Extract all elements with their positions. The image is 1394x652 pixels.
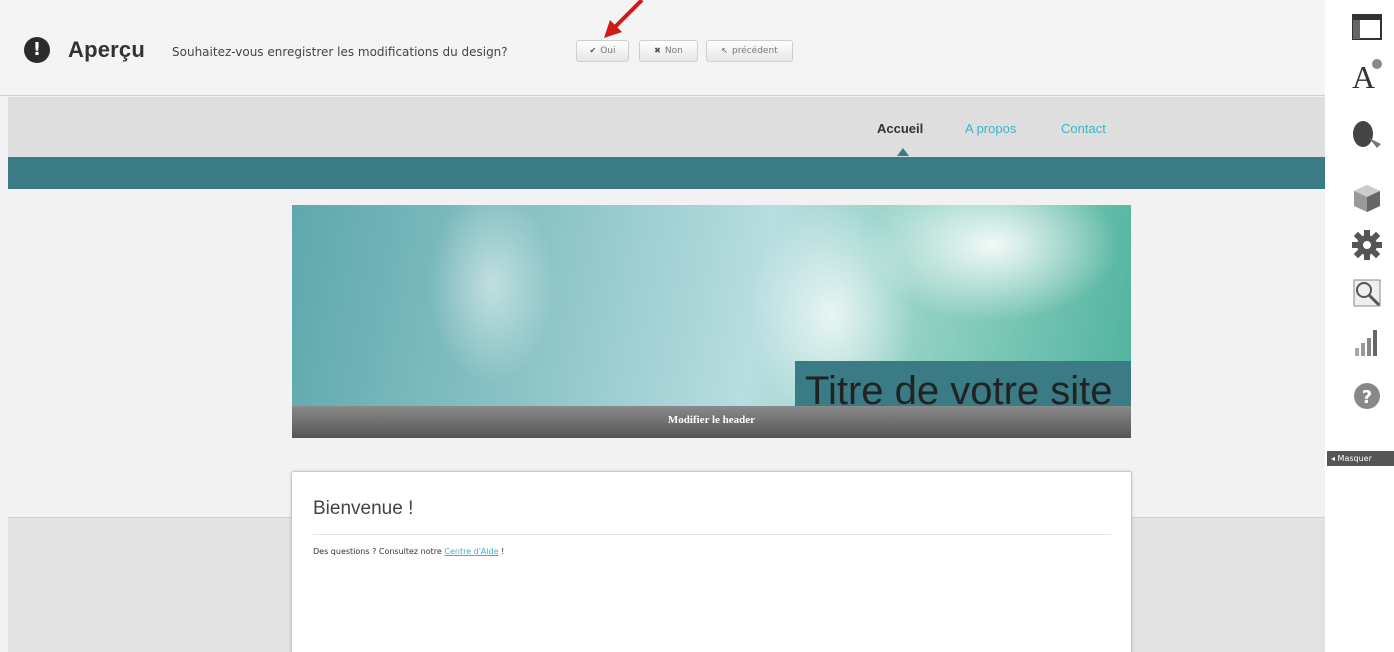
help-icon[interactable]: ? bbox=[1351, 380, 1383, 412]
precedent-label: précédent bbox=[731, 46, 778, 56]
welcome-heading: Bienvenue ! bbox=[313, 498, 414, 519]
site-title: Titre de votre site bbox=[805, 369, 1113, 411]
help-text-suffix: ! bbox=[498, 547, 505, 556]
stats-icon[interactable] bbox=[1351, 326, 1383, 358]
edit-header-bar[interactable]: Modifier le header bbox=[292, 406, 1131, 438]
svg-text:?: ? bbox=[1362, 387, 1372, 408]
check-icon: ✔ bbox=[589, 46, 597, 55]
layout-icon[interactable] bbox=[1351, 12, 1383, 44]
non-label: Non bbox=[664, 46, 683, 56]
non-button[interactable]: ✖ Non bbox=[639, 40, 698, 62]
hide-toolbar-button[interactable]: ◂ Masquer bbox=[1327, 451, 1394, 466]
help-text-prefix: Des questions ? Consultez notre bbox=[313, 547, 445, 556]
header-banner: Titre de votre site Modifier le header bbox=[292, 205, 1131, 438]
help-center-link[interactable]: Centre d'Aide bbox=[444, 547, 498, 556]
content-card: Bienvenue ! Des questions ? Consultez no… bbox=[291, 471, 1132, 652]
settings-icon[interactable] bbox=[1351, 229, 1383, 261]
oui-button[interactable]: ✔ Oui bbox=[576, 40, 629, 62]
save-question: Souhaitez-vous enregistrer les modificat… bbox=[172, 45, 508, 59]
svg-text:A: A bbox=[1352, 59, 1375, 90]
nav-item-contact[interactable]: Contact bbox=[1061, 121, 1106, 136]
right-toolbar: A ? bbox=[1325, 0, 1394, 652]
site-title-box: Titre de votre site bbox=[795, 361, 1131, 411]
nav-item-accueil[interactable]: Accueil bbox=[877, 121, 923, 136]
oui-label: Oui bbox=[600, 46, 616, 56]
nav-item-a-propos[interactable]: A propos bbox=[965, 121, 1016, 136]
preview-bar: ! Aperçu Souhaitez-vous enregistrer les … bbox=[0, 0, 1325, 96]
font-icon[interactable]: A bbox=[1351, 58, 1383, 90]
help-paragraph: Des questions ? Consultez notre Centre d… bbox=[313, 547, 504, 556]
teal-band bbox=[8, 157, 1325, 189]
theme-icon[interactable] bbox=[1351, 118, 1383, 150]
edit-header-button[interactable]: Modifier le header bbox=[292, 414, 1131, 426]
module-icon[interactable] bbox=[1351, 182, 1383, 214]
divider bbox=[313, 534, 1111, 535]
close-icon: ✖ bbox=[654, 46, 661, 55]
precedent-button[interactable]: ↖ précédent bbox=[706, 40, 793, 62]
seo-icon[interactable] bbox=[1351, 277, 1383, 309]
active-nav-pointer bbox=[897, 148, 909, 156]
preview-title: Aperçu bbox=[68, 37, 145, 62]
warning-icon: ! bbox=[24, 37, 50, 63]
annotation-arrow-icon bbox=[604, 0, 644, 38]
back-arrow-icon: ↖ bbox=[721, 46, 728, 55]
site-navigation: Accueil A propos Contact bbox=[8, 97, 1325, 157]
